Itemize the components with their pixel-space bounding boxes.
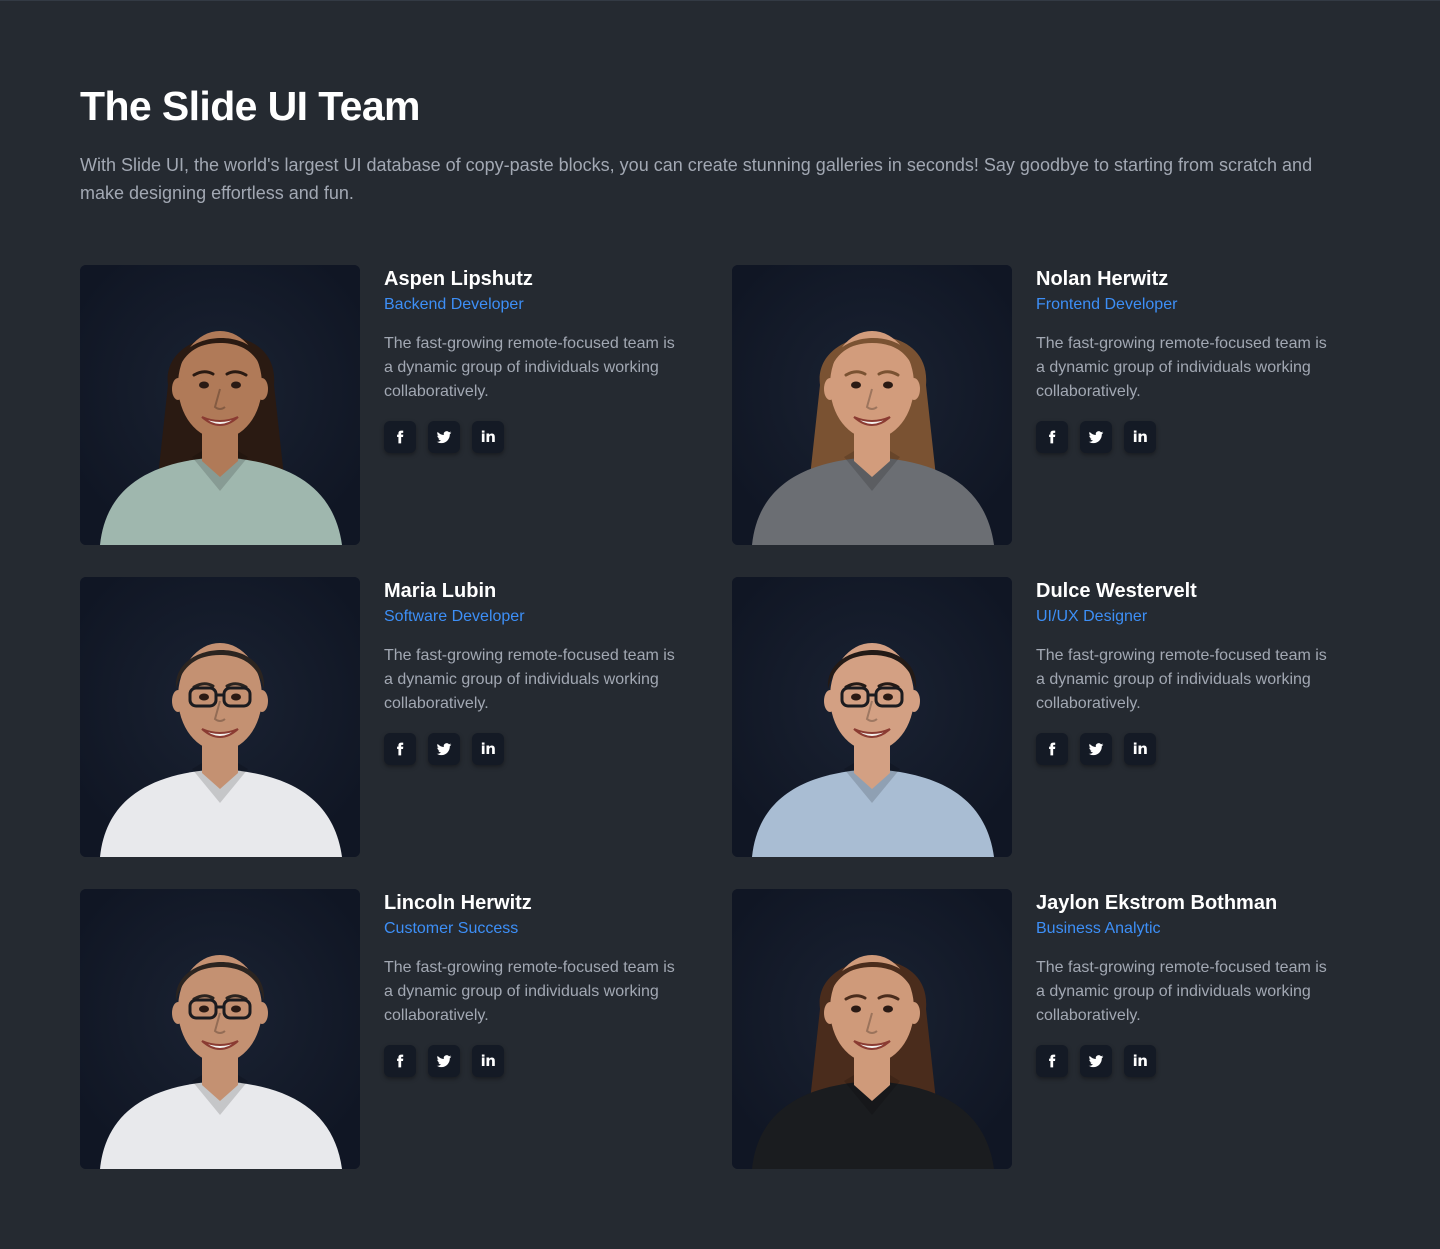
member-photo (80, 265, 360, 545)
twitter-icon (436, 429, 452, 445)
team-grid: Aspen Lipshutz Backend Developer The fast-… (80, 265, 1360, 1169)
facebook-link[interactable] (384, 733, 416, 765)
linkedin-icon: in (480, 427, 496, 446)
twitter-icon (1088, 429, 1104, 445)
page-frame: The Slide UI Team With Slide UI, the wor… (0, 0, 1440, 1249)
linkedin-icon: in (480, 739, 496, 758)
facebook-icon (393, 742, 407, 756)
portrait-illustration (80, 265, 360, 545)
member-bio: The fast-growing remote-focused team is … (384, 959, 675, 1024)
portrait-illustration (732, 265, 1012, 545)
member-name: Maria Lubin (384, 580, 497, 602)
facebook-icon (393, 1054, 407, 1068)
facebook-icon (1045, 1054, 1059, 1068)
linkedin-link[interactable]: in (1124, 733, 1156, 765)
member-role: UI/UX Designer (1036, 608, 1148, 625)
member-bio: The fast-growing remote-focused team is … (1036, 647, 1327, 712)
linkedin-link[interactable]: in (1124, 421, 1156, 453)
linkedin-icon: in (1132, 739, 1148, 758)
social-links: in (384, 1045, 684, 1077)
member-info: Aspen Lipshutz Backend Developer The fast-… (384, 265, 684, 453)
member-photo (80, 577, 360, 857)
facebook-icon (1045, 742, 1059, 756)
member-name: Nolan Herwitz (1036, 268, 1169, 290)
linkedin-link[interactable]: in (472, 1045, 504, 1077)
twitter-link[interactable] (1080, 1045, 1112, 1077)
twitter-link[interactable] (1080, 733, 1112, 765)
member-bio: The fast-growing remote-focused team is … (384, 335, 675, 400)
twitter-icon (436, 741, 452, 757)
linkedin-link[interactable]: in (472, 421, 504, 453)
facebook-link[interactable] (384, 421, 416, 453)
facebook-link[interactable] (1036, 421, 1068, 453)
twitter-link[interactable] (1080, 421, 1112, 453)
section-header: The Slide UI Team With Slide UI, the wor… (80, 81, 1360, 207)
twitter-link[interactable] (428, 1045, 460, 1077)
member-name: Dulce Westervelt (1036, 580, 1197, 602)
page-title: The Slide UI Team (80, 83, 421, 129)
member-name: Aspen Lipshutz (384, 268, 533, 290)
member-bio: The fast-growing remote-focused team is … (1036, 959, 1327, 1024)
member-role: Business Analytic (1036, 920, 1161, 937)
twitter-icon (1088, 1053, 1104, 1069)
member-info: Maria Lubin Software Developer The fast-gr… (384, 577, 684, 765)
team-member-card: Lincoln Herwitz Customer Success The fast-… (80, 889, 732, 1169)
portrait-illustration (732, 577, 1012, 857)
member-photo (732, 265, 1012, 545)
member-name: Jaylon Ekstrom Bothman (1036, 892, 1278, 914)
portrait-illustration (80, 577, 360, 857)
social-links: in (1036, 1045, 1336, 1077)
member-photo (80, 889, 360, 1169)
social-links: in (384, 733, 684, 765)
twitter-link[interactable] (428, 421, 460, 453)
member-bio: The fast-growing remote-focused team is … (384, 647, 675, 712)
page-subtitle: With Slide UI, the world's largest UI da… (80, 155, 1313, 203)
member-info: Nolan Herwitz Frontend Developer The fast-… (1036, 265, 1336, 453)
linkedin-link[interactable]: in (472, 733, 504, 765)
team-member-card: Nolan Herwitz Frontend Developer The fast-… (732, 265, 1360, 545)
linkedin-icon: in (480, 1051, 496, 1070)
linkedin-icon: in (1132, 427, 1148, 446)
social-links: in (1036, 421, 1336, 453)
facebook-icon (393, 430, 407, 444)
twitter-icon (436, 1053, 452, 1069)
facebook-link[interactable] (1036, 733, 1068, 765)
team-member-card: Maria Lubin Software Developer The fast-gr… (80, 577, 732, 857)
member-role: Backend Developer (384, 296, 524, 313)
team-member-card: Jaylon Ekstrom Bothman Business Analytic T… (732, 889, 1360, 1169)
linkedin-link[interactable]: in (1124, 1045, 1156, 1077)
member-name: Lincoln Herwitz (384, 892, 532, 914)
facebook-link[interactable] (384, 1045, 416, 1077)
portrait-illustration (80, 889, 360, 1169)
member-photo (732, 889, 1012, 1169)
member-info: Dulce Westervelt UI/UX Designer The fast-g… (1036, 577, 1336, 765)
member-role: Customer Success (384, 920, 519, 937)
portrait-illustration (732, 889, 1012, 1169)
twitter-icon (1088, 741, 1104, 757)
linkedin-icon: in (1132, 1051, 1148, 1070)
member-role: Frontend Developer (1036, 296, 1178, 313)
member-bio: The fast-growing remote-focused team is … (1036, 335, 1327, 400)
social-links: in (384, 421, 684, 453)
member-info: Lincoln Herwitz Customer Success The fast-… (384, 889, 684, 1077)
member-info: Jaylon Ekstrom Bothman Business Analytic T… (1036, 889, 1336, 1077)
team-member-card: Dulce Westervelt UI/UX Designer The fast-g… (732, 577, 1360, 857)
social-links: in (1036, 733, 1336, 765)
team-member-card: Aspen Lipshutz Backend Developer The fast-… (80, 265, 732, 545)
facebook-icon (1045, 430, 1059, 444)
member-role: Software Developer (384, 608, 525, 625)
member-photo (732, 577, 1012, 857)
facebook-link[interactable] (1036, 1045, 1068, 1077)
twitter-link[interactable] (428, 733, 460, 765)
